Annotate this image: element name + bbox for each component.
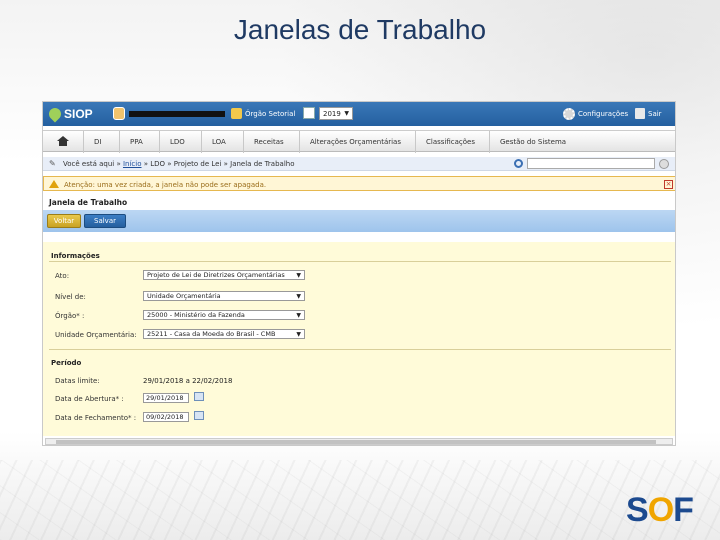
org-icon (231, 108, 242, 119)
menu-item-ldo[interactable]: LDO (159, 131, 185, 153)
scrollbar-thumb[interactable] (56, 440, 656, 444)
orgao-value: 25000 - Ministério da Fazenda (147, 311, 245, 319)
nivel-select[interactable]: Unidade Orçamentária ▼ (143, 291, 305, 301)
search-input[interactable] (527, 158, 655, 169)
menu-item-alteracoes[interactable]: Alterações Orçamentárias (299, 131, 401, 153)
ato-select[interactable]: Projeto de Lei de Diretrizes Orçamentári… (143, 270, 305, 280)
horizontal-scrollbar[interactable] (45, 438, 673, 445)
unidade-select[interactable]: 25211 - Casa da Moeda do Brasil - CMB ▼ (143, 329, 305, 339)
divider (49, 261, 671, 262)
year-value: 2019 (323, 110, 341, 118)
siop-logo[interactable]: SIOP (46, 105, 93, 123)
pin-icon: ✎ (49, 159, 56, 168)
help-icon[interactable] (659, 159, 669, 169)
sof-logo: SOF (626, 492, 708, 528)
info-section-title: Informações (51, 252, 100, 260)
back-button[interactable]: Voltar (47, 214, 81, 228)
save-button[interactable]: Salvar (84, 214, 126, 228)
unidade-value: 25211 - Casa da Moeda do Brasil - CMB (147, 330, 276, 338)
form-area: Informações Ato: Projeto de Lei de Diret… (43, 242, 675, 436)
menu-item-gestao[interactable]: Gestão do Sistema (489, 131, 566, 153)
chevron-down-icon: ▼ (296, 293, 301, 300)
divider (49, 349, 671, 350)
calendar-icon (303, 107, 315, 119)
exit-icon[interactable] (635, 108, 645, 119)
breadcrumb-home-link[interactable]: Início (123, 160, 142, 168)
close-date-input[interactable]: 09/02/2018 (143, 412, 189, 422)
org-label[interactable]: Órgão Setorial (245, 110, 295, 118)
orgao-select[interactable]: 25000 - Ministério da Fazenda ▼ (143, 310, 305, 320)
menu-item-di[interactable]: DI (83, 131, 101, 153)
config-link[interactable]: Configurações (578, 110, 628, 118)
top-bar: SIOP Órgão Setorial 2019 ▼ Configurações… (43, 102, 675, 126)
slide-title: Janelas de Trabalho (233, 14, 487, 45)
chevron-down-icon: ▼ (296, 331, 301, 338)
nivel-value: Unidade Orçamentária (147, 292, 221, 300)
chevron-down-icon: ▼ (296, 312, 301, 319)
menu-item-loa[interactable]: LOA (201, 131, 226, 153)
user-icon (113, 107, 125, 120)
limit-value: 29/01/2018 a 22/02/2018 (143, 377, 233, 385)
year-select[interactable]: 2019 ▼ (319, 107, 353, 120)
siop-logo-text: SIOP (64, 107, 93, 121)
open-date-label: Data de Abertura* : (55, 395, 124, 403)
alert-text: Atenção: uma vez criada, a janela não po… (64, 181, 267, 189)
breadcrumb-rest: » LDO » Projeto de Lei » Janela de Traba… (143, 160, 295, 168)
chevron-down-icon: ▼ (296, 272, 301, 279)
sof-logo-o: O (647, 491, 674, 529)
action-bar: Voltar Salvar (43, 210, 675, 232)
main-menu: DI PPA LDO LOA Receitas Alterações Orçam… (43, 130, 675, 153)
exit-link[interactable]: Sair (648, 110, 662, 118)
menu-item-classificacoes[interactable]: Classificações (415, 131, 475, 153)
gear-icon[interactable] (563, 108, 575, 120)
menu-item-receitas[interactable]: Receitas (243, 131, 284, 153)
nivel-label: Nível de: (55, 293, 86, 301)
menu-item-ppa[interactable]: PPA (119, 131, 143, 153)
close-date-label: Data de Fechamento* : (55, 414, 137, 422)
breadcrumb-text: Você está aqui » Início » LDO » Projeto … (63, 160, 294, 168)
search-icon[interactable] (514, 159, 523, 168)
breadcrumb: ✎ Você está aqui » Início » LDO » Projet… (43, 157, 675, 171)
home-icon[interactable] (57, 136, 69, 146)
sof-logo-s: S (626, 491, 649, 529)
limit-label: Datas limite: (55, 377, 100, 385)
siop-window: SIOP Órgão Setorial 2019 ▼ Configurações… (42, 101, 676, 446)
background-pattern (0, 460, 720, 540)
orgao-label: Órgão* : (55, 312, 85, 320)
calendar-icon[interactable] (194, 392, 204, 401)
close-icon[interactable]: × (664, 180, 673, 189)
warning-alert: Atenção: uma vez criada, a janela não po… (43, 176, 675, 191)
ato-value: Projeto de Lei de Diretrizes Orçamentári… (147, 271, 285, 279)
period-section-title: Período (51, 359, 82, 367)
open-date-input[interactable]: 29/01/2018 (143, 393, 189, 403)
unidade-label: Unidade Orçamentária: (55, 331, 137, 339)
calendar-icon[interactable] (194, 411, 204, 420)
warning-icon (49, 180, 59, 188)
page-title: Janela de Trabalho (49, 198, 128, 207)
sof-logo-f: F (673, 491, 694, 529)
redacted-username (129, 111, 225, 117)
breadcrumb-prefix: Você está aqui » (63, 160, 121, 168)
siop-drop-icon (46, 105, 64, 123)
ato-label: Ato: (55, 272, 70, 280)
chevron-down-icon: ▼ (344, 110, 349, 117)
